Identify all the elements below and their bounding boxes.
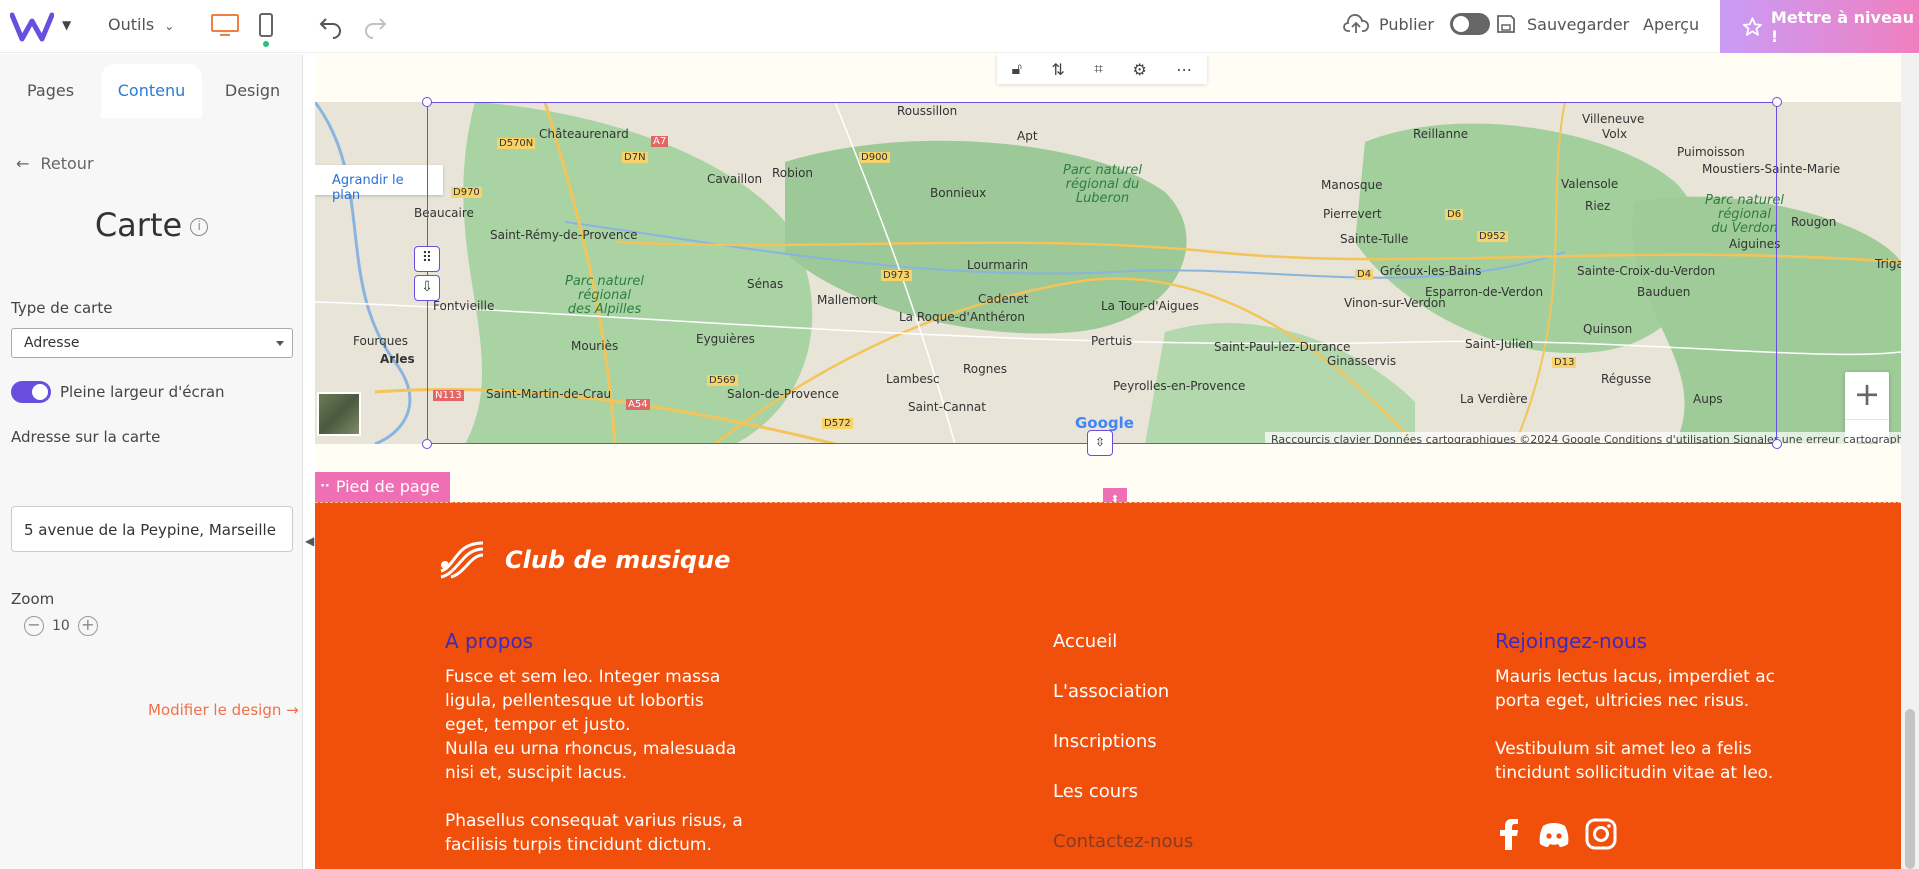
footer-nav-home[interactable]: Accueil <box>1053 631 1117 652</box>
arrow-left-icon: ← <box>16 154 30 173</box>
chevron-down-icon <box>276 341 284 346</box>
music-logo-icon <box>440 541 484 579</box>
social-links <box>1495 818 1617 850</box>
footer-nav-contact[interactable]: Contactez-nous <box>1053 831 1193 852</box>
info-icon[interactable]: i <box>190 218 209 236</box>
element-toolbar: 🔓︎ ⇅ ⌗ ⚙ ⋯ <box>997 54 1207 84</box>
publish-control[interactable]: Publier <box>1343 13 1490 35</box>
footer-nav-registrations[interactable]: Inscriptions <box>1053 731 1157 752</box>
gear-icon[interactable]: ⚙ <box>1133 60 1147 79</box>
panel-title-text: Carte <box>94 206 183 244</box>
save-button[interactable]: Sauvegarder <box>1495 13 1629 35</box>
join-title: Rejoingez-nous <box>1495 629 1648 653</box>
map-type-value: Adresse <box>24 335 80 351</box>
map-place: Rougon <box>1791 215 1837 229</box>
drag-handle-icon[interactable]: ⠿ <box>414 246 440 272</box>
logo-icon[interactable] <box>10 11 54 43</box>
chevron-down-icon: ⌄ <box>164 19 175 33</box>
map-place: Trigan <box>1875 257 1901 271</box>
zoom-in-button[interactable]: + <box>1845 372 1889 419</box>
selection-frame <box>427 102 1777 444</box>
panel-title: Carte i <box>0 206 303 244</box>
footer-tag-label: Pied de page <box>335 477 440 496</box>
facebook-icon[interactable] <box>1495 818 1523 850</box>
sidebar: Pages Contenu Design ← Retour Carte i Typ… <box>0 54 314 869</box>
editor-canvas: Roussillon Villeneuve Châteaurenard Reil… <box>315 54 1901 869</box>
discord-icon[interactable] <box>1537 818 1571 850</box>
reorder-icon[interactable]: ⇅ <box>1051 60 1064 79</box>
instagram-icon[interactable] <box>1585 818 1617 850</box>
about-text: Fusce et sem leo. Integer massa ligula, … <box>445 667 743 855</box>
star-icon <box>1742 16 1763 36</box>
status-dot <box>263 41 269 47</box>
desktop-icon[interactable] <box>210 13 240 37</box>
fullwidth-label: Pleine largeur d'écran <box>60 383 225 401</box>
lock-icon[interactable]: 🔓︎ <box>1012 59 1022 79</box>
upgrade-button[interactable]: Mettre à niveau ! <box>1720 0 1919 53</box>
plus-icon[interactable]: + <box>77 616 98 636</box>
footer-brand: Club de musique <box>437 541 730 579</box>
scrollbar-thumb[interactable] <box>1905 709 1915 869</box>
map-type-select[interactable]: Adresse <box>11 328 293 358</box>
publish-label: Publier <box>1379 14 1434 34</box>
map-type-label: Type de carte <box>11 299 113 317</box>
brand-name: Club de musique <box>505 546 731 574</box>
drag-dots-icon: ⠒ <box>319 477 331 496</box>
back-button[interactable]: ← Retour <box>16 154 94 173</box>
preview-button[interactable]: Aperçu <box>1643 15 1699 34</box>
minus-icon[interactable]: − <box>24 616 44 636</box>
zoom-value: 10 <box>52 618 70 634</box>
tools-label: Outils <box>108 15 155 34</box>
modify-design-link[interactable]: Modifier le design → <box>148 701 299 719</box>
enlarge-map-link[interactable]: Agrandir le plan <box>315 165 443 203</box>
collapse-handle-icon[interactable]: ◀ <box>305 534 314 548</box>
upload-cloud-icon <box>1343 14 1369 33</box>
save-label: Sauvegarder <box>1527 14 1630 34</box>
map-place: Fourques <box>353 334 409 348</box>
footer-nav-courses[interactable]: Les cours <box>1053 781 1138 802</box>
undo-icon[interactable] <box>318 13 344 39</box>
tab-pages[interactable]: Pages <box>0 64 101 118</box>
zoom-stepper: − 10 + <box>24 616 98 636</box>
redo-icon[interactable] <box>362 13 388 39</box>
tab-design[interactable]: Design <box>202 64 303 118</box>
fullwidth-toggle[interactable] <box>11 381 51 403</box>
zoom-label: Zoom <box>11 590 55 608</box>
map-place: Arles <box>380 352 415 366</box>
satellite-toggle[interactable] <box>317 392 361 436</box>
resize-handle[interactable] <box>1772 439 1782 449</box>
resize-handle[interactable] <box>422 439 432 449</box>
top-bar: ▼ Outils ⌄ Publier Sauvegarder Aperçu Me… <box>0 0 1919 53</box>
upgrade-label: Mettre à niveau ! <box>1770 7 1914 46</box>
footer-section-tag[interactable]: ⠒ Pied de page <box>315 472 450 502</box>
resize-handle[interactable] <box>1772 97 1782 107</box>
back-label: Retour <box>40 154 94 173</box>
resize-handle[interactable] <box>422 97 432 107</box>
sidebar-tabs: Pages Contenu Design <box>0 64 303 118</box>
tab-content[interactable]: Contenu <box>101 64 202 118</box>
canvas-scrollbar[interactable] <box>1901 54 1919 869</box>
more-icon[interactable]: ⋯ <box>1176 60 1192 79</box>
mobile-icon[interactable] <box>258 12 274 38</box>
chevron-down-icon[interactable]: ▼ <box>62 18 71 32</box>
about-title: A propos <box>445 629 534 653</box>
crop-icon[interactable]: ⌗ <box>1094 59 1103 79</box>
resize-vertical-icon[interactable]: ⇳ <box>1087 430 1113 456</box>
publish-toggle[interactable] <box>1449 13 1490 35</box>
address-input[interactable]: 5 avenue de la Peypine, Marseille <box>11 506 293 552</box>
join-text: Mauris lectus lacus, imperdiet ac porta … <box>1495 667 1776 783</box>
footer-nav-association[interactable]: L'association <box>1053 681 1169 702</box>
move-down-icon[interactable]: ⇩ <box>414 275 440 301</box>
save-icon <box>1497 15 1515 33</box>
tools-menu[interactable]: Outils ⌄ <box>108 15 174 34</box>
footer: Club de musique A propos Fusce et sem le… <box>315 502 1901 869</box>
address-label: Adresse sur la carte <box>11 428 161 446</box>
